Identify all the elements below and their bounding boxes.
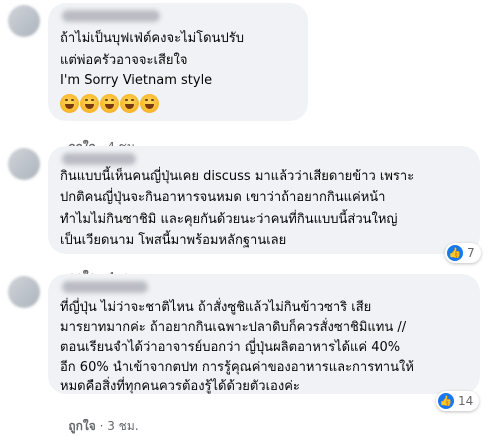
separator: ·: [95, 419, 108, 433]
comment-bubble: ที่ญี่ปุ่น ไม่ว่าจะชาติไหน ถ้าสั่งซูชิแล…: [48, 274, 480, 394]
commenter-name[interactable]: [62, 153, 136, 165]
reaction-count: 7: [467, 246, 475, 260]
comment-line: แต่พ่อครัวอาจจะเสียใจ: [60, 53, 188, 68]
comment-line: เป็นเวียดนาม โพสนี้มาพร้อมหลักฐานเลย: [60, 233, 287, 248]
reaction-summary[interactable]: 👍 7: [445, 243, 481, 263]
reaction-count: 14: [458, 394, 474, 408]
comment-bubble: ถ้าไม่เป็นบุฟเฟ่ต์คงจะไม่โดนปรับ แต่พ่อค…: [48, 3, 308, 121]
comment-line: ทำไมไม่กินซาชิมิ และคุยกันด้วยนะว่าคนที่…: [60, 212, 398, 227]
laughing-emoji-icon: [60, 94, 79, 113]
comment-line: หมดคือสิ่งที่ทุกคนควรต้องรู้ได้ด้วยตัวเอ…: [60, 379, 300, 394]
laughing-emoji-icon: [140, 94, 159, 113]
reaction-summary[interactable]: 👍 14: [436, 391, 480, 411]
comment-line: ถ้าไม่เป็นบุฟเฟ่ต์คงจะไม่โดนปรับ: [60, 31, 244, 46]
commenter-avatar[interactable]: [8, 276, 40, 308]
comment-line: มารยาทมากค่ะ ถ้าอยากกินเฉพาะปลาดิบก็ควรส…: [60, 320, 407, 335]
commenter-name[interactable]: [62, 281, 148, 293]
comment-bubble: กินแบบนี้เห็นคนญี่ปุ่นเคย discuss มาแล้ว…: [48, 146, 480, 254]
comment-line: ปกติคนญี่ปุ่นจะกินอาหารจนหมด เขาว่าถ้าอย…: [60, 190, 386, 205]
commenter-avatar[interactable]: [8, 148, 40, 180]
emoji-row: [60, 94, 159, 113]
like-action[interactable]: ถูกใจ: [68, 419, 95, 433]
comment-line: ที่ญี่ปุ่น ไม่ว่าจะชาติไหน ถ้าสั่งซูชิแล…: [60, 300, 372, 315]
laughing-emoji-icon: [100, 94, 119, 113]
laughing-emoji-icon: [80, 94, 99, 113]
commenter-name[interactable]: [62, 10, 160, 22]
like-icon: 👍: [438, 393, 454, 409]
comment-line: กินแบบนี้เห็นคนญี่ปุ่นเคย discuss มาแล้ว…: [60, 169, 415, 184]
commenter-avatar[interactable]: [8, 5, 40, 37]
comment-line: ตอนเรียนจำได้ว่าอาจารย์บอกว่า ญี่ปุ่นผลิ…: [60, 340, 401, 355]
comment-line: I'm Sorry Vietnam style: [60, 73, 213, 88]
timestamp[interactable]: 3 ชม.: [107, 419, 138, 433]
laughing-emoji-icon: [120, 94, 139, 113]
like-icon: 👍: [447, 245, 463, 261]
